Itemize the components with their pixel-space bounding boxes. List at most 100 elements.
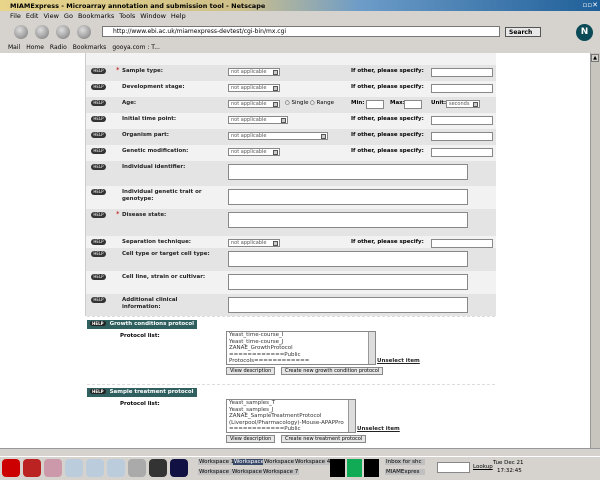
protocol-option[interactable]: Yeast_time-course_J bbox=[229, 339, 373, 346]
other-input[interactable] bbox=[431, 148, 493, 157]
menu-view[interactable]: View bbox=[43, 12, 58, 20]
task-button[interactable]: Inbox for shc bbox=[385, 459, 425, 465]
list-scrollbar[interactable] bbox=[368, 332, 375, 364]
unit-select[interactable]: seconds bbox=[446, 100, 480, 108]
menu-edit[interactable]: Edit bbox=[26, 12, 39, 20]
min-input[interactable] bbox=[366, 100, 384, 109]
help-button[interactable]: HELP bbox=[91, 116, 106, 122]
other-input[interactable] bbox=[431, 116, 493, 125]
help-button[interactable]: HELP bbox=[91, 132, 106, 138]
other-input[interactable] bbox=[431, 68, 493, 77]
create-protocol-button[interactable]: Create new growth condition protocol bbox=[281, 367, 384, 375]
help-button[interactable]: HELP bbox=[91, 212, 106, 218]
menu-go[interactable]: Go bbox=[64, 12, 73, 20]
url-bar[interactable]: http://www.ebi.ac.uk/miamexpress-devtest… bbox=[102, 26, 500, 37]
other-input[interactable] bbox=[431, 132, 493, 141]
help-button[interactable]: HELP bbox=[91, 164, 106, 170]
protocol-option[interactable]: Yeast_time-course_I bbox=[229, 332, 373, 339]
view-description-button[interactable]: View description bbox=[226, 367, 276, 375]
select-dropdown[interactable]: not applicable bbox=[228, 68, 280, 76]
workspace-button[interactable]: Workspace 7 bbox=[262, 469, 300, 475]
protocol-option[interactable]: ============Public Protocols============ bbox=[229, 426, 353, 432]
menu-window[interactable]: Window bbox=[140, 12, 166, 20]
select-dropdown[interactable]: not applicable bbox=[228, 239, 280, 247]
list-scrollbar[interactable] bbox=[348, 400, 355, 432]
bookmark-link[interactable]: Home bbox=[26, 44, 44, 51]
launcher-icon[interactable] bbox=[44, 459, 62, 477]
radio-range[interactable]: ○ Range bbox=[310, 100, 334, 106]
text-area[interactable] bbox=[228, 164, 468, 180]
launcher-icon[interactable] bbox=[65, 459, 83, 477]
select-dropdown[interactable]: not applicable bbox=[228, 84, 280, 92]
bookmark-link[interactable]: gooya.com : T... bbox=[112, 44, 160, 51]
task-button[interactable]: MIAMExpres bbox=[385, 469, 425, 475]
help-button[interactable]: HELP bbox=[91, 68, 106, 74]
bookmark-link[interactable]: Radio bbox=[50, 44, 67, 51]
protocol-option[interactable]: (Liverpool/Pharmacology)-Mouse-APAPPro bbox=[229, 420, 353, 427]
workspace-button[interactable]: Workspace 4 bbox=[294, 459, 332, 465]
bookmark-link[interactable]: Bookmarks bbox=[73, 44, 107, 51]
create-protocol-button[interactable]: Create new treatment protocol bbox=[281, 435, 367, 443]
launcher-icon[interactable] bbox=[128, 459, 146, 477]
menu-bookmarks[interactable]: Bookmarks bbox=[78, 12, 114, 20]
help-button[interactable]: HELP bbox=[91, 239, 106, 245]
chevron-down-icon bbox=[273, 86, 278, 91]
window-controls[interactable]: ▫▫✕ bbox=[583, 1, 598, 9]
launcher-icon[interactable] bbox=[170, 459, 188, 477]
protocol-list[interactable]: Yeast_time-course_I Yeast_time-course_J ZA… bbox=[226, 331, 376, 365]
launcher-icon[interactable] bbox=[23, 459, 41, 477]
workspace-button[interactable]: Workspace 5 bbox=[198, 469, 236, 475]
protocol-option[interactable]: Yeast_samples_T bbox=[229, 400, 353, 407]
help-button[interactable]: HELP bbox=[90, 321, 106, 326]
workspace-button[interactable]: Workspace 1 bbox=[198, 459, 236, 465]
help-button[interactable]: HELP bbox=[91, 297, 106, 303]
text-area[interactable] bbox=[228, 189, 468, 205]
back-icon[interactable] bbox=[14, 25, 28, 39]
help-button[interactable]: HELP bbox=[90, 389, 106, 394]
other-input[interactable] bbox=[431, 239, 493, 248]
protocol-option[interactable]: Yeast_samples_J bbox=[229, 407, 353, 414]
menu-tools[interactable]: Tools bbox=[119, 12, 135, 20]
radio-single[interactable]: ○ Single bbox=[285, 100, 308, 106]
help-button[interactable]: HELP bbox=[91, 100, 106, 106]
lookup-button[interactable]: Lookup bbox=[473, 464, 493, 470]
launcher-icon[interactable] bbox=[86, 459, 104, 477]
search-button[interactable]: Search bbox=[505, 27, 541, 37]
scroll-up-icon[interactable]: ▲ bbox=[591, 54, 599, 62]
text-area[interactable] bbox=[228, 274, 468, 290]
view-description-button[interactable]: View description bbox=[226, 435, 276, 443]
help-button[interactable]: HELP bbox=[91, 84, 106, 90]
vertical-scrollbar[interactable] bbox=[590, 53, 600, 448]
bookmark-link[interactable]: Mail bbox=[8, 44, 20, 51]
select-dropdown[interactable]: not applicable bbox=[228, 100, 280, 108]
forward-icon[interactable] bbox=[35, 25, 49, 39]
help-button[interactable]: HELP bbox=[91, 274, 106, 280]
select-dropdown[interactable]: not applicable bbox=[228, 116, 288, 124]
text-area[interactable] bbox=[228, 297, 468, 313]
text-area[interactable] bbox=[228, 212, 468, 228]
other-input[interactable] bbox=[431, 84, 493, 93]
max-input[interactable] bbox=[404, 100, 422, 109]
launcher-icon[interactable] bbox=[149, 459, 167, 477]
launcher-icon[interactable] bbox=[2, 459, 20, 477]
unselect-link[interactable]: Unselect item bbox=[357, 426, 400, 432]
text-area[interactable] bbox=[228, 251, 468, 267]
form-row: HELP Individual genetic trait or genotype… bbox=[86, 186, 496, 209]
stop-icon[interactable] bbox=[77, 25, 91, 39]
help-button[interactable]: HELP bbox=[91, 189, 106, 195]
lookup-input[interactable] bbox=[437, 462, 470, 473]
protocol-option[interactable]: ZANAE_GrowthProtocol bbox=[229, 345, 373, 352]
protocol-option[interactable]: ZANAE_SampleTreatmentProtocol bbox=[229, 413, 353, 420]
select-dropdown[interactable]: not applicable bbox=[228, 148, 280, 156]
help-button[interactable]: HELP bbox=[91, 148, 106, 154]
required-marker: * bbox=[116, 210, 120, 218]
unselect-link[interactable]: Unselect item bbox=[377, 358, 420, 364]
menu-help[interactable]: Help bbox=[171, 12, 186, 20]
select-dropdown[interactable]: not applicable bbox=[228, 132, 328, 140]
protocol-list[interactable]: Yeast_samples_T Yeast_samples_J ZANAE_Samp… bbox=[226, 399, 356, 433]
launcher-icon[interactable] bbox=[107, 459, 125, 477]
protocol-option[interactable]: ============Public Protocols============ bbox=[229, 352, 373, 364]
menu-file[interactable]: File bbox=[10, 12, 21, 20]
help-button[interactable]: HELP bbox=[91, 251, 106, 257]
reload-icon[interactable] bbox=[56, 25, 70, 39]
